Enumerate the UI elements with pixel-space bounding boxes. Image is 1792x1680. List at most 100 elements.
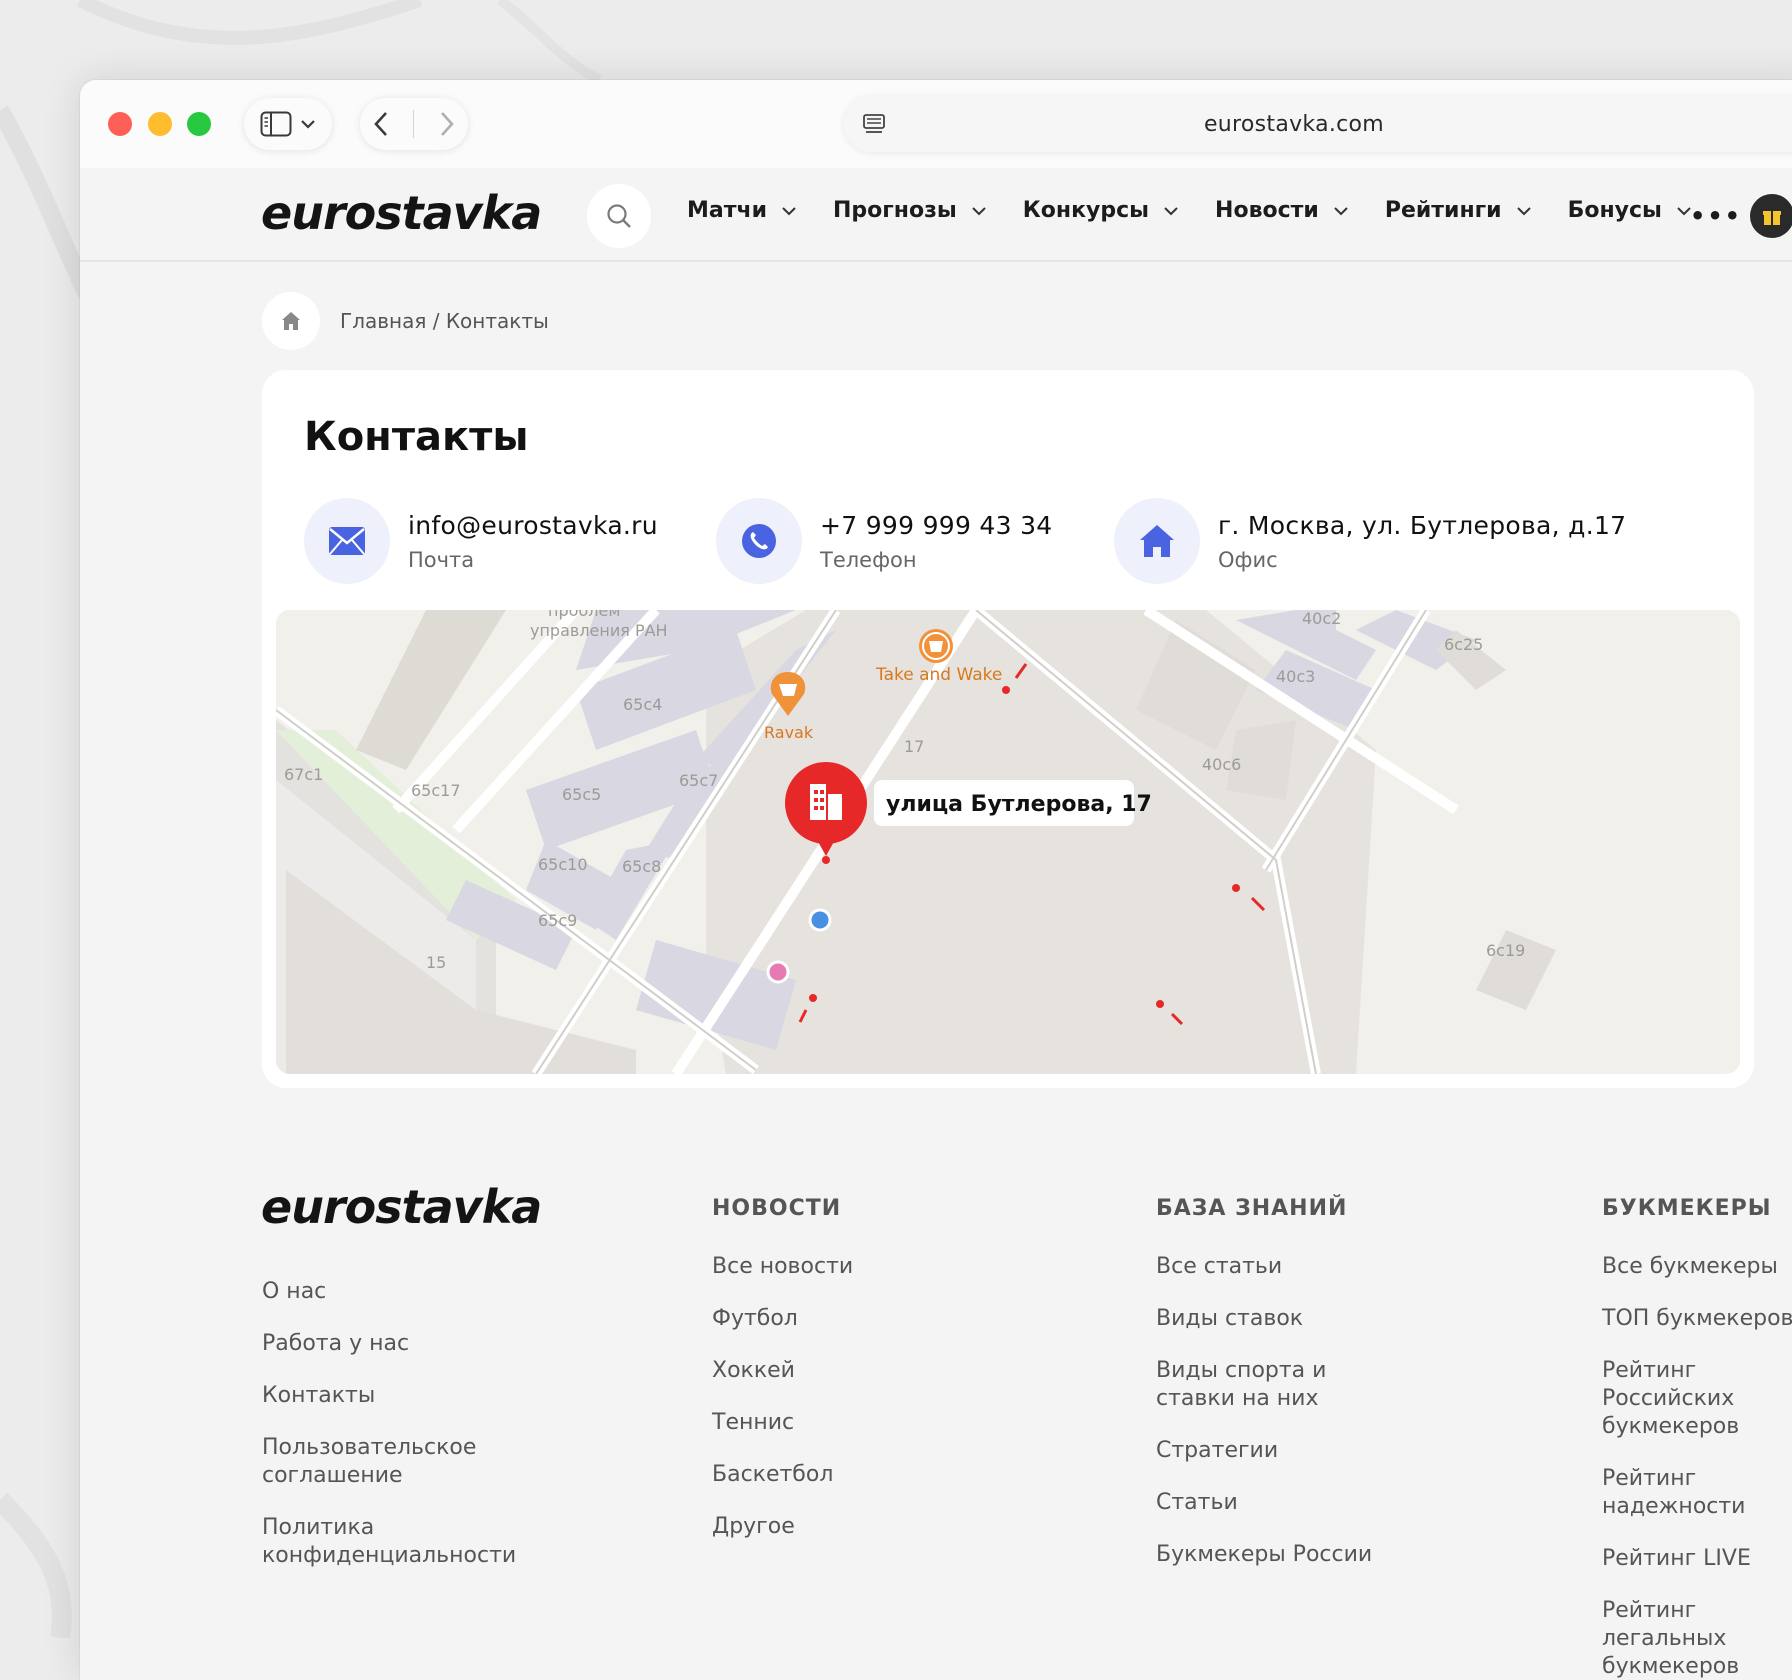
sidebar-toggle-button[interactable]	[244, 98, 332, 150]
back-arrow-icon[interactable]	[372, 110, 390, 138]
contact-icon-circle	[716, 498, 802, 584]
menu-item-contests[interactable]: Конкурсы	[1023, 198, 1179, 223]
chevron-down-icon	[301, 120, 315, 129]
maximize-window-button[interactable]	[187, 112, 211, 136]
footer-link-privacy[interactable]: Политика конфиденциальности	[262, 1514, 522, 1570]
breadcrumb-text[interactable]: Главная / Контакты	[340, 309, 549, 333]
footer-knowledge-heading: БАЗА ЗНАНИЙ	[1156, 1196, 1348, 1221]
contact-office-label: Офис	[1218, 547, 1278, 572]
map-label: 6с19	[1486, 941, 1525, 960]
navigation-buttons	[360, 98, 468, 150]
footer-link-news[interactable]: Другое	[712, 1513, 853, 1541]
gift-icon	[1763, 211, 1781, 225]
footer-knowledge-column: БАЗА ЗНАНИЙ Все статьи Виды ставок Виды …	[1156, 1180, 1372, 1593]
forward-arrow-icon[interactable]	[438, 110, 456, 138]
footer-link-bookmakers[interactable]: Все букмекеры	[1602, 1253, 1792, 1281]
breadcrumb-home-button[interactable]	[262, 292, 320, 350]
chevron-down-icon	[972, 206, 986, 215]
footer-news-heading: НОВОСТИ	[712, 1196, 842, 1221]
chevron-down-icon	[1516, 206, 1531, 215]
menu-item-matches[interactable]: Матчи	[687, 198, 797, 223]
home-icon	[282, 312, 300, 330]
contacts-card: Контакты info@eurostavka.ru Почта +7 999…	[262, 370, 1754, 1088]
nav-divider	[413, 110, 415, 138]
footer-link-bookmakers[interactable]: Рейтинг LIVE	[1602, 1545, 1792, 1573]
footer-link-news[interactable]: Футбол	[712, 1305, 853, 1333]
footer-link-bookmakers[interactable]: Рейтинг надежности	[1602, 1465, 1792, 1521]
map-pin-label: улица Бутлерова, 17	[886, 792, 1152, 817]
location-map[interactable]: проблем управления РАН 65с4 40с2 40с3 6с…	[276, 610, 1740, 1074]
contact-phone-value: +7 999 999 43 34	[820, 510, 1053, 540]
page-title: Контакты	[304, 414, 529, 460]
map-label: 65с9	[538, 911, 577, 930]
site-logo[interactable]: eurostavka	[261, 186, 542, 240]
map-label: 40с3	[1276, 667, 1315, 686]
footer-link-knowledge[interactable]: Виды ставок	[1156, 1305, 1372, 1333]
footer-link-contacts[interactable]: Контакты	[262, 1382, 522, 1410]
footer-about-column: О нас Работа у нас Контакты Пользователь…	[262, 1278, 522, 1594]
contact-email[interactable]: info@eurostavka.ru Почта	[304, 498, 658, 584]
search-button[interactable]	[587, 184, 651, 248]
contact-office-value: г. Москва, ул. Бутлерова, д.17	[1218, 510, 1627, 540]
footer-link-knowledge[interactable]: Букмекеры России	[1156, 1541, 1372, 1569]
map-canvas[interactable]: проблем управления РАН 65с4 40с2 40с3 6с…	[276, 610, 1740, 1074]
footer-link-news[interactable]: Хоккей	[712, 1357, 853, 1385]
footer-link-bookmakers[interactable]: Рейтинг легальных букмекеров	[1602, 1597, 1792, 1680]
menu-item-news[interactable]: Новости	[1215, 198, 1349, 223]
footer-link-careers[interactable]: Работа у нас	[262, 1330, 522, 1358]
menu-item-ratings[interactable]: Рейтинги	[1385, 198, 1532, 223]
minimize-window-button[interactable]	[148, 112, 172, 136]
map-label: 17	[904, 737, 924, 756]
footer-link-knowledge[interactable]: Статьи	[1156, 1489, 1372, 1517]
breadcrumb: Главная / Контакты	[262, 292, 549, 350]
pink-poi-dot	[766, 960, 790, 984]
map-label: 65с10	[538, 855, 588, 874]
home-icon	[1140, 525, 1174, 557]
footer-link-about[interactable]: О нас	[262, 1278, 522, 1306]
site-header: eurostavka Матчи Прогнозы Конкурсы Новос…	[80, 168, 1792, 262]
footer-link-knowledge[interactable]: Все статьи	[1156, 1253, 1372, 1281]
map-label: 40с2	[1302, 610, 1341, 628]
search-icon	[607, 204, 631, 228]
footer-link-terms[interactable]: Пользовательское соглашение	[262, 1434, 522, 1490]
menu-item-label: Конкурсы	[1022, 198, 1150, 223]
footer-news-column: НОВОСТИ Все новости Футбол Хоккей Теннис…	[712, 1180, 853, 1565]
map-label: управления РАН	[530, 621, 668, 640]
footer-link-news[interactable]: Баскетбол	[712, 1461, 853, 1489]
menu-item-bonuses[interactable]: Бонусы	[1568, 198, 1692, 223]
browser-titlebar: eurostavka.com	[80, 80, 1792, 168]
poi-label: Ravak	[764, 723, 814, 742]
menu-item-label: Рейтинги	[1384, 198, 1502, 223]
more-menu-button[interactable]: •••	[1690, 202, 1742, 230]
chevron-down-icon	[1164, 206, 1178, 215]
contact-office[interactable]: г. Москва, ул. Бутлерова, д.17 Офис	[1114, 498, 1626, 584]
mail-icon	[329, 527, 365, 555]
footer-link-bookmakers[interactable]: Рейтинг Российских букмекеров	[1602, 1357, 1792, 1441]
poi-label: Take and Wake	[875, 665, 1002, 685]
footer-logo[interactable]: eurostavka	[261, 1180, 542, 1234]
footer-link-news[interactable]: Теннис	[712, 1409, 853, 1437]
contact-email-label: Почта	[408, 547, 475, 572]
footer-link-knowledge[interactable]: Стратегии	[1156, 1437, 1372, 1465]
footer-link-bookmakers[interactable]: ТОП букмекеров	[1602, 1305, 1792, 1333]
contact-icon-circle	[304, 498, 390, 584]
bonus-gift-button[interactable]	[1750, 194, 1792, 238]
menu-item-label: Прогнозы	[833, 198, 957, 223]
footer-link-news[interactable]: Все новости	[712, 1253, 853, 1281]
phone-icon	[742, 524, 776, 558]
menu-item-forecasts[interactable]: Прогнозы	[833, 198, 987, 223]
address-bar[interactable]: eurostavka.com	[844, 96, 1792, 152]
chevron-down-icon	[782, 206, 796, 215]
map-label: 65с8	[622, 857, 661, 876]
cafe-icon	[929, 641, 943, 652]
contact-phone[interactable]: +7 999 999 43 34 Телефон	[716, 498, 1053, 584]
user-location-dot	[808, 908, 832, 932]
menu-item-label: Матчи	[687, 198, 768, 223]
close-window-button[interactable]	[108, 112, 132, 136]
contact-phone-label: Телефон	[820, 547, 917, 572]
address-url: eurostavka.com	[1203, 112, 1385, 137]
footer-link-knowledge[interactable]: Виды спорта и ставки на них	[1156, 1357, 1356, 1413]
sidebar-icon	[260, 111, 292, 137]
site-footer: eurostavka О нас Работа у нас Контакты П…	[80, 1180, 1792, 1680]
menu-item-label: Новости	[1215, 198, 1319, 223]
